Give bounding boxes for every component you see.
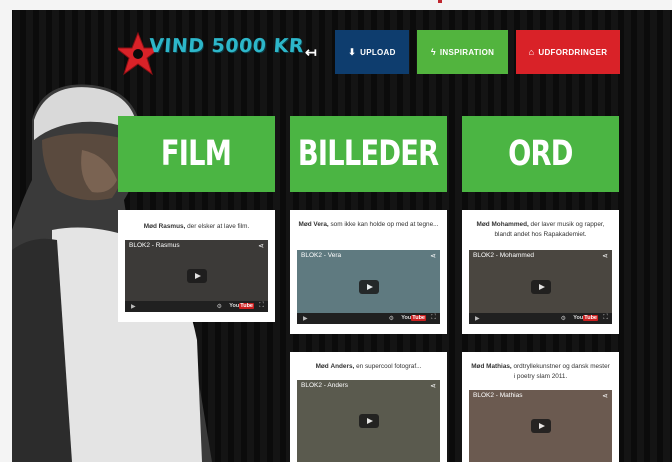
fullscreen-icon[interactable]: ⛶ [431,314,436,322]
card-description: Mød Anders, en supercool fotograf... [290,362,447,372]
inspiration-label: INSPIRATION [439,47,495,57]
youtube-logo[interactable]: YouTube [229,303,254,309]
card-person-name: Vera, [313,221,329,228]
logo-title[interactable]: VIND 5000 KR [148,35,304,57]
play-button[interactable] [358,280,379,294]
card-desc-text: en supercool fotograf... [356,363,422,370]
video-controls: ▶ ⚙ YouTube ⛶ [125,301,268,312]
category-ord[interactable]: ORD [462,116,619,192]
card-intro: Mød [315,363,329,370]
card-person-name: Mathias, [486,363,512,370]
youtube-tube: Tube [239,303,254,309]
card-intro: Mød [476,221,490,228]
youtube-tube: Tube [583,315,598,321]
home-icon: ⌂ [528,47,535,57]
card-intro: Mød [471,363,485,370]
youtube-logo[interactable]: YouTube [573,315,598,321]
category-film[interactable]: FILM [118,116,275,192]
share-icon[interactable]: ⋖ [430,252,436,260]
page-left-edge [0,0,12,462]
play-button[interactable] [530,280,551,294]
upload-label: UPLOAD [360,47,396,57]
gear-icon[interactable]: ⚙ [561,315,566,322]
card-desc-text: som ikke kan holde op med at tegne... [330,221,439,228]
share-icon[interactable]: ⋖ [430,382,436,390]
card-description: Mød Rasmus, der elsker at lave film. [118,222,275,232]
upload-button[interactable]: ⬇ UPLOAD [335,30,409,74]
card-description: Mød Mathias, ordtryllekunstner og dansk … [462,362,619,383]
share-icon[interactable]: ⋖ [602,252,608,260]
card-intro: Mød [143,223,157,230]
play-button[interactable] [358,414,379,428]
play-icon[interactable]: ▶ [131,303,136,310]
page-top-edge [0,0,672,10]
card-description: Mød Vera, som ikke kan holde op med at t… [290,220,447,230]
video-controls: ▶ ⚙ YouTube ⛶ [297,313,440,324]
card-person-name: Mohammed, [491,221,529,228]
video-player[interactable]: BLOK2 - Mathias ⋖ [469,390,612,462]
play-button[interactable] [186,269,207,283]
youtube-tube: Tube [411,315,426,321]
top-accent-mark [438,0,442,3]
video-player[interactable]: BLOK2 - Rasmus ⋖ ▶ ⚙ YouTube ⛶ [125,240,268,312]
youtube-logo[interactable]: YouTube [401,315,426,321]
share-icon[interactable]: ⋖ [602,392,608,400]
card-vera: Mød Vera, som ikke kan holde op med at t… [290,210,447,334]
youtube-you: You [573,315,584,321]
video-title: BLOK2 - Mohammed [473,252,535,259]
gear-icon[interactable]: ⚙ [217,303,222,310]
category-film-label: FILM [161,134,232,174]
inspiration-button[interactable]: ϟ INSPIRATION [417,30,508,74]
card-person-name: Rasmus, [158,223,186,230]
card-person-name: Anders, [330,363,355,370]
video-player[interactable]: BLOK2 - Mohammed ⋖ ▶ ⚙ YouTube ⛶ [469,250,612,324]
youtube-you: You [401,315,412,321]
back-arrow-icon[interactable]: ↤ [305,44,317,61]
fullscreen-icon[interactable]: ⛶ [259,302,264,310]
video-title: BLOK2 - Anders [301,382,348,389]
video-title: BLOK2 - Vera [301,252,342,259]
udfordringer-label: UDFORDRINGER [538,47,608,57]
play-button[interactable] [530,419,551,433]
card-anders: Mød Anders, en supercool fotograf... BLO… [290,352,447,462]
card-mathias: Mød Mathias, ordtryllekunstner og dansk … [462,352,619,462]
youtube-you: You [229,303,240,309]
gear-icon[interactable]: ⚙ [389,315,394,322]
card-desc-text: der elsker at lave film. [187,223,250,230]
video-player[interactable]: BLOK2 - Vera ⋖ ▶ ⚙ YouTube ⛶ [297,250,440,324]
video-title: BLOK2 - Rasmus [129,242,180,249]
card-desc-text: ordtryllekunstner og dansk mester i poet… [513,363,610,381]
udfordringer-button[interactable]: ⌂ UDFORDRINGER [516,30,620,74]
category-billeder[interactable]: BILLEDER [290,116,447,192]
share-icon[interactable]: ⋖ [258,242,264,250]
video-controls: ▶ ⚙ YouTube ⛶ [469,313,612,324]
card-description: Mød Mohammed, der laver musik og rapper,… [462,220,619,241]
category-ord-label: ORD [508,134,573,174]
play-icon[interactable]: ▶ [303,315,308,322]
download-icon: ⬇ [348,46,357,57]
category-billeder-label: BILLEDER [298,134,439,174]
card-mohammed: Mød Mohammed, der laver musik og rapper,… [462,210,619,334]
bolt-icon: ϟ [430,47,436,57]
card-rasmus: Mød Rasmus, der elsker at lave film. BLO… [118,210,275,322]
video-title: BLOK2 - Mathias [473,392,523,399]
fullscreen-icon[interactable]: ⛶ [603,314,608,322]
card-intro: Mød [298,221,312,228]
play-icon[interactable]: ▶ [475,315,480,322]
video-player[interactable]: BLOK2 - Anders ⋖ [297,380,440,462]
